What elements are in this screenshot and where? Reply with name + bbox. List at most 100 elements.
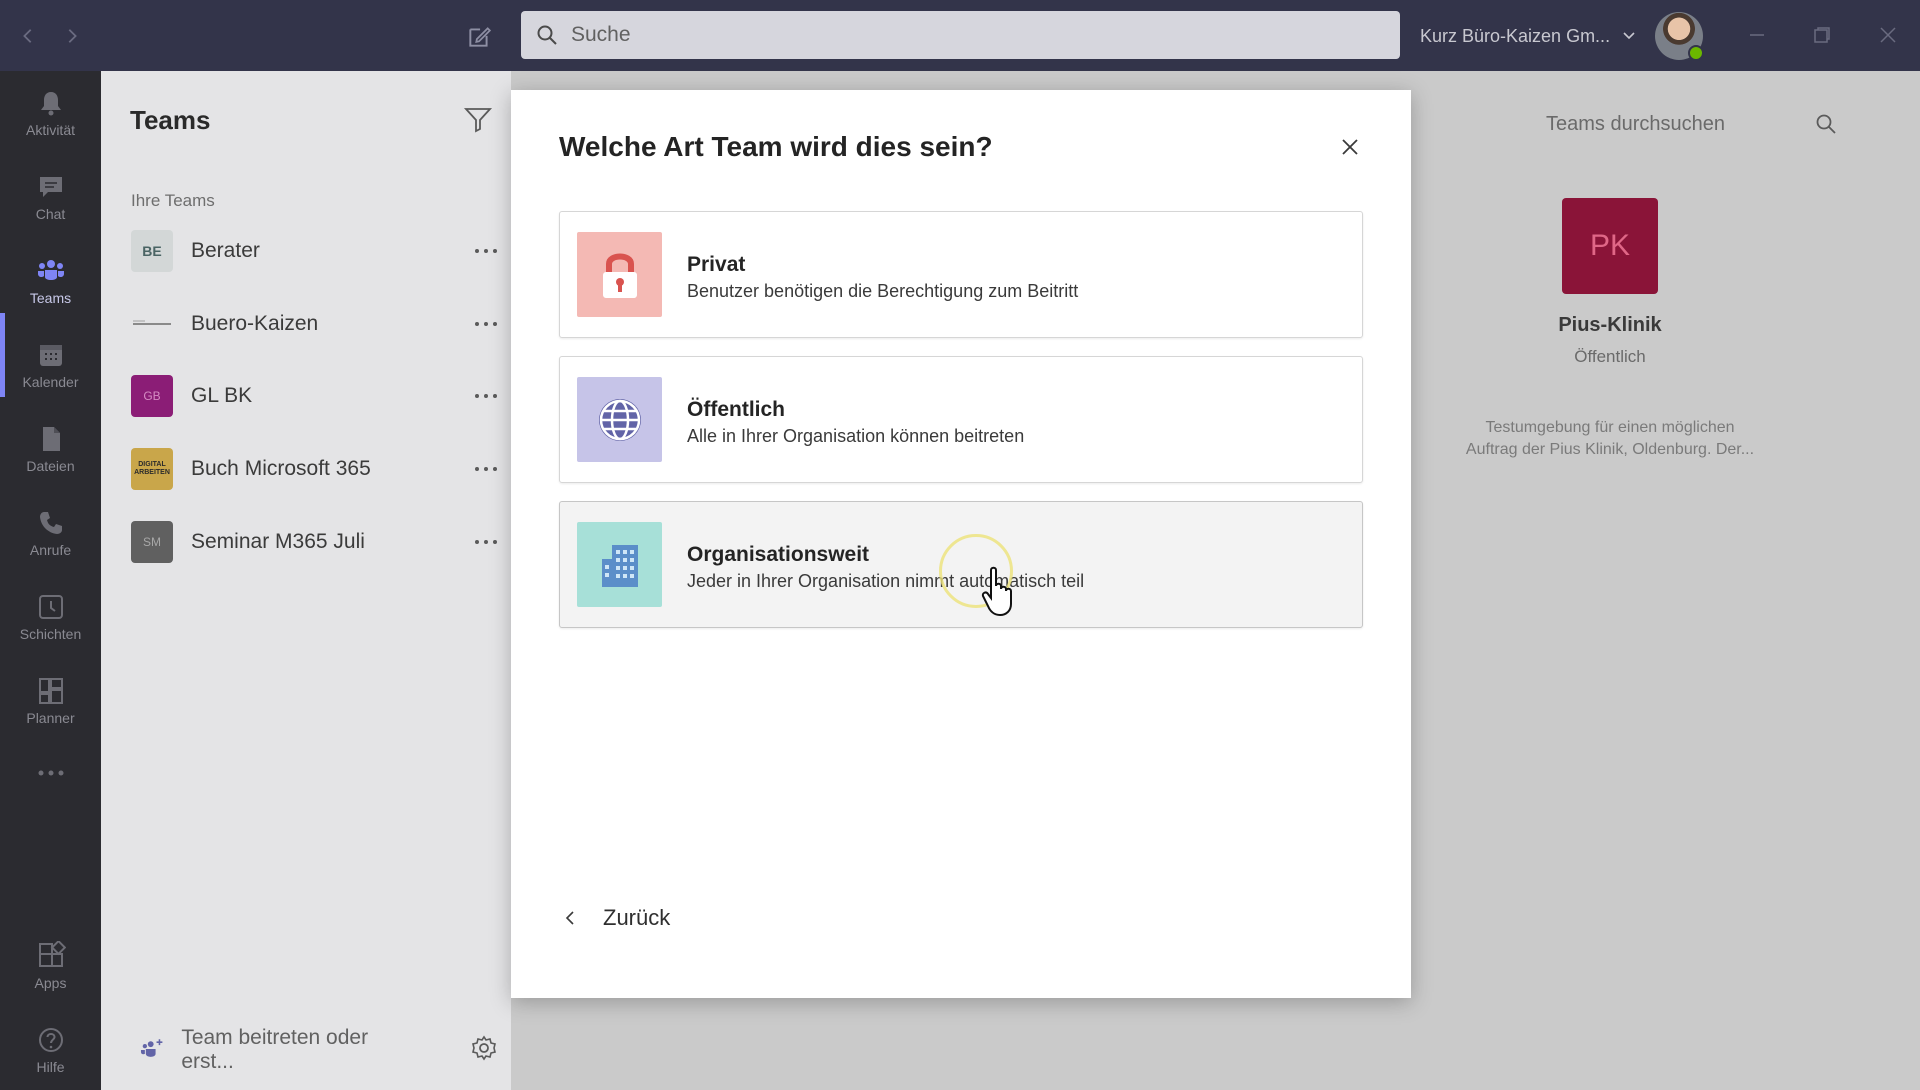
close-icon[interactable] (1335, 132, 1365, 162)
option-description: Alle in Ihrer Organisation können beitre… (687, 426, 1025, 446)
hand-cursor-icon (981, 566, 1012, 617)
rail-label: Chat (35, 206, 66, 222)
team-logo (131, 303, 173, 345)
team-name: Berater (191, 239, 260, 262)
globe-icon (577, 377, 662, 462)
team-type-dialog: Welche Art Team wird dies sein? Privat B… (511, 90, 1411, 998)
more-options-icon[interactable] (471, 239, 501, 263)
search-icon (1816, 114, 1836, 134)
gear-icon[interactable] (470, 1034, 498, 1062)
title-bar: Suche Kurz Büro-Kaizen Gm... (0, 0, 1920, 71)
team-item-buch-microsoft-365[interactable]: DIGITAL ARBEITEN Buch Microsoft 365 (131, 447, 501, 491)
search-placeholder: Suche (571, 23, 631, 46)
back-label: Zurück (603, 905, 671, 930)
more-options-icon[interactable] (471, 530, 501, 554)
teams-add-icon (140, 1039, 163, 1057)
rail-item-activity[interactable]: Aktivität (0, 71, 101, 155)
close-window-icon[interactable] (1873, 20, 1903, 50)
team-item-buero-kaizen[interactable]: Buero-Kaizen (131, 302, 501, 346)
back-button[interactable]: Zurück (561, 902, 670, 934)
rail-label: Hilfe (36, 1059, 65, 1075)
more-options-icon[interactable] (471, 384, 501, 408)
option-description: Benutzer benötigen die Berechtigung zum … (687, 281, 1079, 301)
rail-label: Planner (26, 710, 75, 726)
option-public[interactable]: Öffentlich Alle in Ihrer Organisation kö… (559, 356, 1363, 483)
search-icon (537, 25, 557, 45)
option-description: Jeder in Ihrer Organisation nimmt automa… (687, 571, 1085, 591)
team-item-gl-bk[interactable]: GB GL BK (131, 374, 501, 418)
more-icon (38, 770, 63, 776)
team-name: GL BK (191, 384, 253, 407)
team-name: Buch Microsoft 365 (191, 457, 371, 480)
rail-item-shifts[interactable]: Schichten (0, 575, 101, 659)
team-card-type: Öffentlich (1574, 347, 1646, 366)
app-rail: Aktivität Chat Teams Kalender Dateien An… (0, 71, 101, 1090)
rail-label: Apps (34, 975, 67, 991)
calendar-icon (39, 345, 62, 366)
rail-item-teams[interactable]: Teams (0, 239, 101, 323)
option-title: Organisationsweit (687, 543, 870, 566)
rail-label: Dateien (26, 458, 75, 474)
compose-icon[interactable] (462, 20, 496, 54)
rail-label: Teams (29, 290, 72, 306)
building-icon (577, 522, 662, 607)
clock-icon (38, 595, 63, 619)
rail-item-chat[interactable]: Chat (0, 155, 101, 239)
team-card[interactable]: PK Pius-Klinik Öffentlich Testumgebung f… (1430, 170, 1790, 490)
minimize-icon[interactable] (1742, 20, 1772, 50)
rail-more-button[interactable] (0, 743, 101, 803)
page-title: Teams (130, 105, 211, 135)
teams-list-panel (101, 71, 511, 1090)
filter-icon[interactable] (462, 103, 494, 135)
rail-label: Aktivität (25, 122, 75, 138)
apps-icon (38, 941, 66, 967)
team-name: Buero-Kaizen (191, 312, 319, 335)
chevron-down-icon (1623, 32, 1635, 40)
team-item-seminar-m365-juli[interactable]: SM Seminar M365 Juli (131, 520, 501, 564)
rail-item-help[interactable]: Hilfe (0, 1008, 101, 1090)
teams-icon (37, 260, 64, 280)
rail-item-apps[interactable]: Apps (0, 924, 101, 1008)
bell-icon (40, 92, 61, 116)
more-options-icon[interactable] (471, 457, 501, 481)
organization-name: Kurz Büro-Kaizen Gm... (1420, 25, 1611, 46)
lock-icon (577, 232, 662, 317)
join-or-create-team-button[interactable]: Team beitreten oder erst... (140, 1026, 420, 1073)
dialog-title: Welche Art Team wird dies sein? (559, 131, 993, 162)
rail-label: Anrufe (29, 542, 72, 558)
team-avatar: SM (131, 521, 173, 563)
section-label: Ihre Teams (131, 191, 215, 210)
forward-arrow-icon[interactable] (58, 22, 86, 50)
rail-item-calendar[interactable]: Kalender (0, 323, 101, 407)
organization-switcher[interactable]: Kurz Büro-Kaizen Gm... (1420, 22, 1636, 50)
join-label: Team beitreten oder erst... (181, 1026, 369, 1073)
rail-item-planner[interactable]: Planner (0, 659, 101, 743)
team-avatar: BE (131, 230, 173, 272)
rail-label: Schichten (19, 626, 82, 642)
rail-item-files[interactable]: Dateien (0, 407, 101, 491)
back-arrow-icon[interactable] (14, 22, 42, 50)
team-avatar: GB (131, 375, 173, 417)
search-input[interactable]: Suche (521, 11, 1400, 59)
help-icon (38, 1028, 63, 1052)
more-options-icon[interactable] (471, 312, 501, 336)
team-card-avatar: PK (1562, 198, 1658, 294)
option-title: Öffentlich (687, 398, 785, 421)
team-card-name: Pius-Klinik (1558, 314, 1662, 336)
team-item-berater[interactable]: BE Berater (131, 229, 501, 273)
teams-search-placeholder: Teams durchsuchen (1546, 112, 1725, 135)
option-title: Privat (687, 253, 746, 276)
team-card-description: Testumgebung für einen möglichen Auftrag… (1465, 419, 1755, 458)
rail-label: Kalender (22, 374, 79, 390)
chevron-left-icon (565, 911, 574, 925)
teams-search-input[interactable]: Teams durchsuchen (1532, 100, 1852, 148)
presence-indicator (1688, 45, 1704, 61)
team-name: Seminar M365 Juli (191, 530, 365, 553)
chat-icon (39, 177, 62, 197)
rail-item-calls[interactable]: Anrufe (0, 491, 101, 575)
team-avatar: DIGITAL ARBEITEN (131, 448, 173, 490)
restore-icon[interactable] (1807, 20, 1837, 50)
option-private[interactable]: Privat Benutzer benötigen die Berechtigu… (559, 211, 1363, 338)
files-icon (42, 427, 60, 451)
phone-icon (39, 512, 62, 534)
